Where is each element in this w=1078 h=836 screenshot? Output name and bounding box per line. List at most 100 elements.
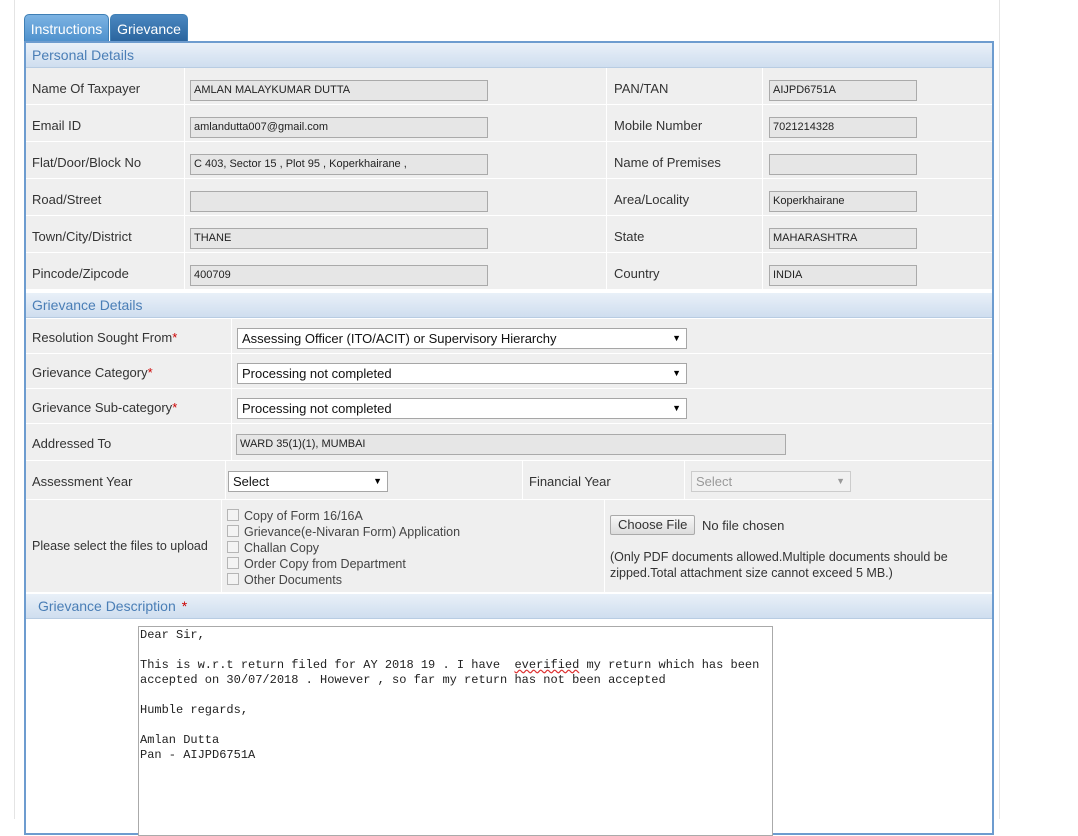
checkbox-form16[interactable]: Copy of Form 16/16A (227, 509, 363, 523)
subcategory-value: Processing not completed (242, 401, 392, 416)
checkbox-other-docs[interactable]: Other Documents (227, 573, 342, 587)
chevron-down-icon: ▼ (836, 476, 845, 486)
ay-value: Select (233, 474, 270, 489)
description-line: Amlan Dutta (140, 733, 220, 747)
premises-label: Name of Premises (614, 155, 721, 170)
required-mark: * (147, 365, 153, 380)
checkbox-icon (227, 541, 239, 553)
resolution-select[interactable]: Assessing Officer (ITO/ACIT) or Supervis… (237, 328, 687, 349)
town-field[interactable]: THANE (190, 228, 488, 249)
checkbox-icon (227, 509, 239, 521)
resolution-label-text: Resolution Sought From (32, 330, 173, 345)
road-label: Road/Street (32, 192, 102, 207)
email-label: Email ID (32, 118, 82, 133)
flat-field[interactable]: C 403, Sector 15 , Plot 95 , Koperkhaira… (190, 154, 488, 175)
state-field[interactable]: MAHARASHTRA (769, 228, 917, 249)
fy-label: Financial Year (529, 474, 611, 489)
addressed-field[interactable]: WARD 35(1)(1), MUMBAI (236, 434, 786, 455)
upload-note-line2: zipped.Total attachment size cannot exce… (610, 566, 893, 580)
description-title-text: Grievance Description (38, 598, 176, 614)
grievance-details-header: Grievance Details (26, 293, 992, 318)
upload-note-line1: (Only PDF documents allowed.Multiple doc… (610, 550, 948, 564)
chevron-down-icon: ▼ (672, 368, 681, 378)
required-mark: * (181, 598, 188, 614)
file-option-label: Grievance(e-Nivaran Form) Application (244, 525, 461, 539)
no-file-text: No file chosen (702, 518, 785, 533)
checkbox-icon (227, 525, 239, 537)
pin-field[interactable]: 400709 (190, 265, 488, 286)
checkbox-challan[interactable]: Challan Copy (227, 541, 319, 555)
personal-details-header: Personal Details (26, 43, 992, 68)
mobile-label: Mobile Number (614, 118, 703, 133)
checkbox-icon (227, 557, 239, 569)
chevron-down-icon: ▼ (672, 403, 681, 413)
assessment-year-select[interactable]: Select ▼ (228, 471, 388, 492)
category-select[interactable]: Processing not completed ▼ (237, 363, 687, 384)
ay-label: Assessment Year (32, 474, 133, 489)
description-line: Dear Sir, (140, 628, 205, 642)
fy-value: Select (696, 474, 733, 489)
row-upload: Please select the files to upload Copy o… (26, 500, 992, 593)
checkbox-enivaran[interactable]: Grievance(e-Nivaran Form) Application (227, 525, 460, 539)
choose-file-button[interactable]: Choose File (610, 515, 696, 535)
road-field[interactable] (190, 191, 488, 212)
resolution-value: Assessing Officer (ITO/ACIT) or Supervis… (242, 331, 557, 346)
pan-label: PAN/TAN (614, 81, 669, 96)
file-option-label: Other Documents (244, 573, 342, 587)
name-field[interactable]: AMLAN MALAYKUMAR DUTTA (190, 80, 488, 101)
area-label: Area/Locality (614, 192, 690, 207)
row-name-pan: Name Of Taxpayer AMLAN MALAYKUMAR DUTTA … (26, 68, 992, 105)
description-line: Humble regards, (140, 703, 249, 717)
resolution-label: Resolution Sought From* (32, 330, 177, 345)
tab-instructions[interactable]: Instructions (24, 14, 109, 42)
row-subcategory: Grievance Sub-category* Processing not c… (26, 389, 992, 424)
grievance-form-panel: Personal Details Name Of Taxpayer AMLAN … (24, 41, 994, 836)
email-field[interactable]: amlandutta007@gmail.com (190, 117, 488, 138)
checkbox-order-copy[interactable]: Order Copy from Department (227, 557, 406, 571)
checkbox-icon (227, 573, 239, 585)
required-mark: * (172, 400, 178, 415)
grievance-description-textarea[interactable]: Dear Sir, This is w.r.t return filed for… (138, 626, 773, 836)
pan-field[interactable]: AIJPD6751A (769, 80, 917, 101)
upload-label: Please select the files to upload (32, 539, 208, 553)
description-line: Pan - AIJPD6751A (140, 748, 256, 762)
file-option-label: Copy of Form 16/16A (244, 509, 363, 523)
row-email-mobile: Email ID amlandutta007@gmail.com Mobile … (26, 105, 992, 142)
chevron-down-icon: ▼ (672, 333, 681, 343)
addressed-label: Addressed To (32, 436, 112, 451)
chevron-down-icon: ▼ (373, 476, 382, 486)
pin-label: Pincode/Zipcode (32, 266, 129, 281)
row-road-area: Road/Street Area/Locality Koperkhairane (26, 179, 992, 216)
state-label: State (614, 229, 645, 244)
file-option-label: Challan Copy (244, 541, 320, 555)
row-resolution: Resolution Sought From* Assessing Office… (26, 319, 992, 354)
row-flat-premises: Flat/Door/Block No C 403, Sector 15 , Pl… (26, 142, 992, 179)
row-years: Assessment Year Select ▼ Financial Year S… (26, 461, 992, 500)
name-label: Name Of Taxpayer (32, 81, 141, 96)
row-town-state: Town/City/District THANE State MAHARASHT… (26, 216, 992, 253)
subcategory-select[interactable]: Processing not completed ▼ (237, 398, 687, 419)
spellcheck-word: everified (514, 658, 580, 672)
mobile-field[interactable]: 7021214328 (769, 117, 917, 138)
category-label: Grievance Category* (32, 365, 153, 380)
description-text: This is w.r.t return filed for AY 2018 1… (140, 658, 515, 672)
description-line: accepted on 30/07/2018 . However , so fa… (140, 673, 666, 687)
file-option-label: Order Copy from Department (244, 557, 406, 571)
area-field[interactable]: Koperkhairane (769, 191, 917, 212)
tab-grievance[interactable]: Grievance (110, 14, 188, 42)
row-addressed: Addressed To WARD 35(1)(1), MUMBAI (26, 424, 992, 461)
financial-year-select[interactable]: Select ▼ (691, 471, 851, 492)
flat-label: Flat/Door/Block No (32, 155, 142, 170)
category-value: Processing not completed (242, 366, 392, 381)
country-field[interactable]: INDIA (769, 265, 917, 286)
grievance-description-header: Grievance Description * (26, 594, 992, 619)
description-line: This is w.r.t return filed for AY 2018 1… (140, 658, 771, 673)
section-title: Grievance Description * (26, 598, 187, 614)
section-title: Personal Details (32, 47, 134, 63)
description-text: my return which has been (579, 658, 760, 672)
town-label: Town/City/District (32, 229, 132, 244)
premises-field[interactable] (769, 154, 917, 175)
country-label: Country (614, 266, 660, 281)
subcategory-label-text: Grievance Sub-category (32, 400, 173, 415)
required-mark: * (172, 330, 178, 345)
